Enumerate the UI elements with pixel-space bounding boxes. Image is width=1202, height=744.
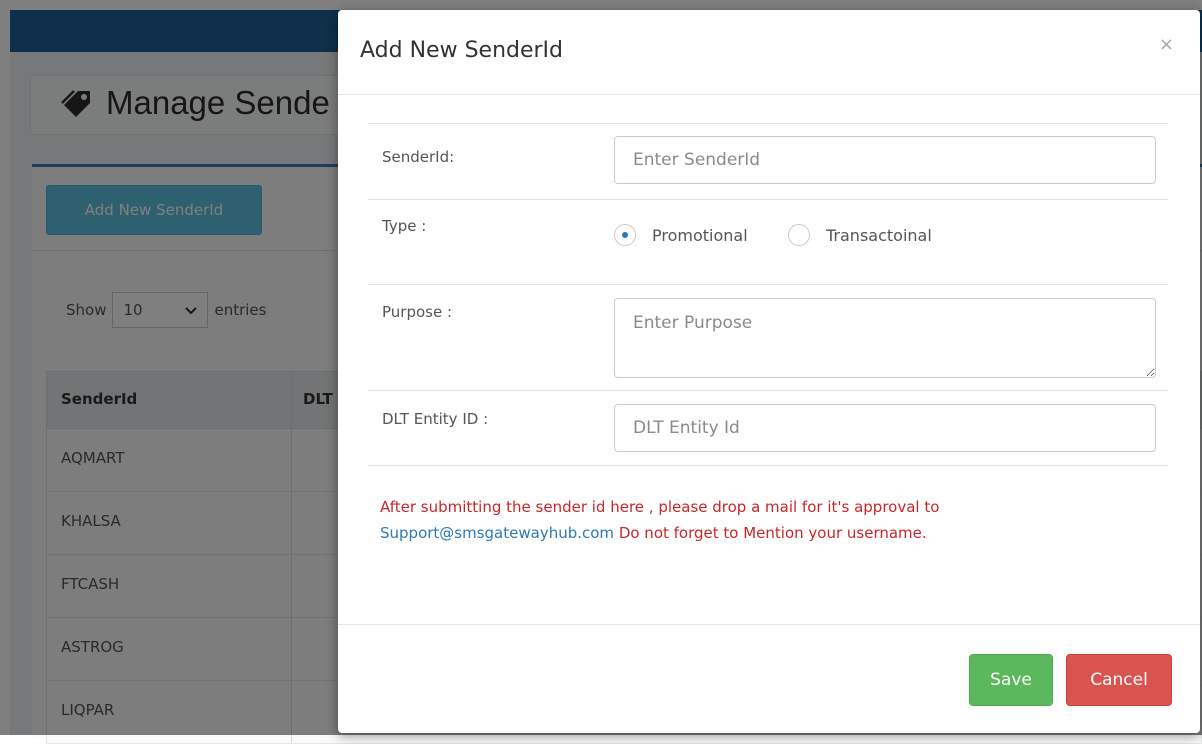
radio-button[interactable] [788, 224, 810, 246]
add-senderid-modal: Add New SenderId × SenderId: Type : Prom… [338, 10, 1200, 733]
radio-transactional-label: Transactoinal [826, 225, 932, 245]
form-divider [368, 199, 1168, 200]
radio-transactional[interactable]: Transactoinal [788, 224, 932, 246]
modal-title: Add New SenderId [360, 38, 564, 63]
notice-text-1: After submitting the sender id here , pl… [380, 498, 940, 516]
close-icon[interactable]: × [1159, 34, 1174, 55]
save-button[interactable]: Save [969, 654, 1053, 706]
notice-text-2: Do not forget to Mention your username. [614, 524, 927, 542]
purpose-label: Purpose : [382, 303, 453, 321]
radio-button-selected[interactable] [614, 224, 636, 246]
modal-header: Add New SenderId × [338, 10, 1200, 95]
modal-footer-divider [338, 624, 1200, 625]
approval-notice: After submitting the sender id here , pl… [380, 494, 1160, 546]
purpose-textarea[interactable] [614, 298, 1156, 378]
senderid-input[interactable] [614, 136, 1156, 184]
radio-promotional[interactable]: Promotional [614, 224, 748, 246]
form-divider [368, 123, 1168, 124]
support-email-link[interactable]: Support@smsgatewayhub.com [380, 524, 614, 542]
senderid-label: SenderId: [382, 148, 455, 166]
form-divider [368, 465, 1168, 466]
form-divider [368, 284, 1168, 285]
dlt-entity-input[interactable] [614, 404, 1156, 452]
radio-promotional-label: Promotional [652, 225, 748, 245]
dlt-entity-label: DLT Entity ID : [382, 410, 489, 428]
type-label: Type : [382, 217, 427, 235]
form-divider [368, 390, 1168, 391]
cancel-button[interactable]: Cancel [1066, 654, 1172, 706]
